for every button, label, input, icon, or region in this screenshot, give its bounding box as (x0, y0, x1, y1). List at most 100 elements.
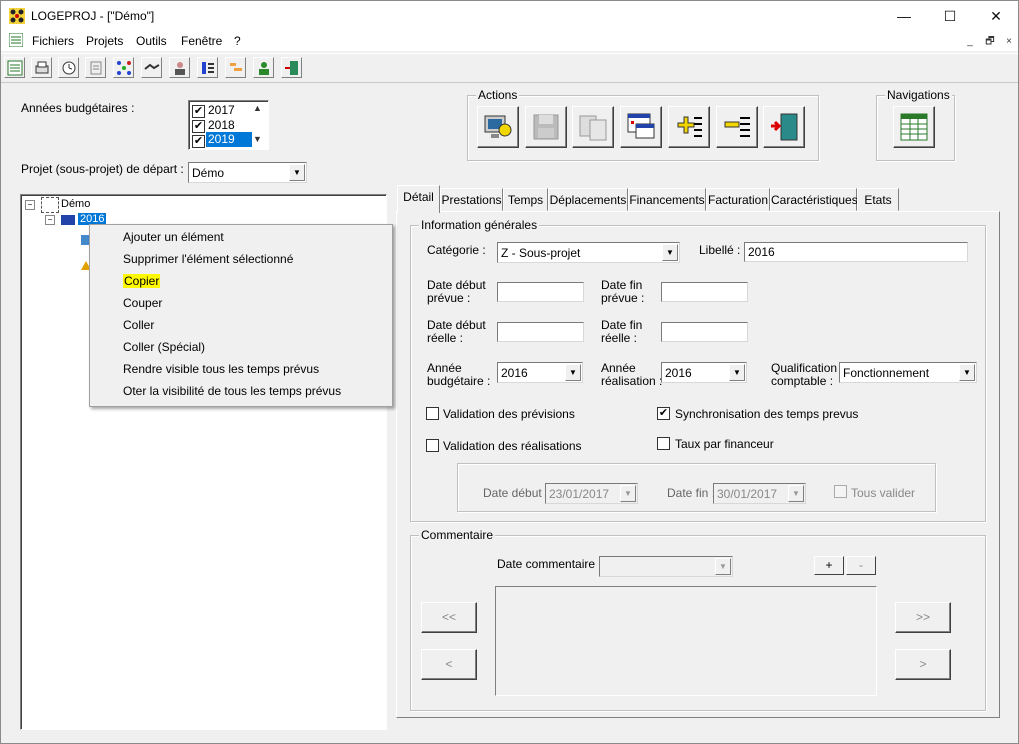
remove-line-button[interactable] (716, 106, 758, 148)
chevron-down-icon[interactable]: ▼ (565, 364, 581, 381)
scroll-up-icon[interactable]: ▲ (253, 103, 262, 113)
budget-years-list[interactable]: ✔ 2017 ✔ 2018 ✔ 2019 ▲ ▼ (188, 100, 269, 150)
exit-door-button[interactable] (763, 106, 805, 148)
scroll-down-icon[interactable]: ▼ (253, 134, 262, 144)
maximize-button[interactable]: ☐ (927, 1, 973, 31)
gantt-icon[interactable] (225, 57, 246, 78)
chevron-down-icon[interactable]: ▼ (959, 364, 975, 381)
mdi-restore-button[interactable]: 🗗 (982, 35, 998, 49)
document-icon[interactable] (85, 57, 106, 78)
copy-doc-button[interactable] (572, 106, 614, 148)
menu-paste-special[interactable]: Coller (Spécial) (123, 340, 205, 354)
date-end-planned-label-2: prévue : (601, 291, 645, 305)
comment-first-button[interactable]: << (421, 602, 477, 633)
handshake-icon[interactable] (141, 57, 162, 78)
libelle-field[interactable]: 2016 (744, 242, 968, 262)
realisation-year-select[interactable]: 2016 ▼ (661, 362, 747, 383)
validation-previsions-checkbox[interactable] (426, 407, 439, 420)
tab-detail[interactable]: Détail (397, 185, 440, 213)
tab-facturation[interactable]: Facturation (706, 188, 770, 211)
add-line-button[interactable] (668, 106, 710, 148)
tab-prestations[interactable]: Prestations (440, 188, 503, 211)
tree-root-label[interactable]: Démo (61, 198, 90, 210)
comment-last-button[interactable]: >> (895, 602, 951, 633)
menu-cut[interactable]: Couper (123, 296, 162, 310)
mdi-close-button[interactable]: × (1001, 35, 1017, 49)
remove-line-icon (724, 117, 750, 137)
remove-comment-button[interactable]: - (846, 556, 876, 575)
mdi-list-icon[interactable] (8, 32, 24, 50)
printer-icon[interactable] (31, 57, 52, 78)
comment-textarea[interactable] (495, 586, 877, 696)
tab-financements[interactable]: Financements (628, 188, 706, 211)
qualification-select[interactable]: Fonctionnement ▼ (839, 362, 977, 383)
chevron-down-icon[interactable]: ▼ (620, 485, 636, 502)
list-icon[interactable] (4, 57, 25, 78)
actions-title: Actions (476, 88, 520, 102)
comment-next-button[interactable]: > (895, 649, 951, 680)
budget-year-select[interactable]: 2016 ▼ (497, 362, 583, 383)
clock-icon[interactable] (58, 57, 79, 78)
category-label: Catégorie : (427, 243, 486, 257)
menu-fichiers[interactable]: Fichiers (32, 34, 74, 48)
network-icon[interactable] (113, 57, 134, 78)
start-project-select[interactable]: Démo ▼ (188, 162, 307, 183)
budget-year-label-1: Année (427, 361, 462, 375)
chevron-down-icon[interactable]: ▼ (715, 558, 731, 575)
mdi-minimize-button[interactable]: _ (962, 35, 978, 49)
navigation-table-button[interactable] (893, 106, 935, 148)
tree-collapse-icon[interactable]: − (45, 215, 55, 225)
menu-help[interactable]: ? (234, 34, 241, 48)
date-end-actual-field[interactable] (661, 322, 748, 342)
tous-valider-checkbox[interactable] (834, 485, 847, 498)
year-2019-label: 2019 (206, 132, 252, 147)
tab-caracteristiques[interactable]: Caractéristiques (770, 188, 858, 211)
date-start-planned-field[interactable] (497, 282, 584, 302)
minimize-button[interactable]: — (881, 1, 927, 31)
start-project-value: Démo (192, 166, 225, 180)
menu-copy[interactable]: Copier (123, 274, 161, 288)
main-window: LOGEPROJ - ["Démo"] — ☐ ✕ Fichiers Proje… (0, 0, 1019, 744)
chevron-down-icon[interactable]: ▼ (289, 164, 305, 181)
chevron-down-icon[interactable]: ▼ (662, 244, 678, 261)
hierarchy-icon[interactable] (197, 57, 218, 78)
budget-years-label: Années budgétaires : (21, 101, 135, 115)
close-button[interactable]: ✕ (973, 1, 1019, 31)
year-2019-checkbox[interactable]: ✔ (192, 135, 205, 148)
year-2018-checkbox[interactable]: ✔ (192, 120, 205, 133)
year-2017-label: 2017 (208, 103, 235, 117)
comment-prev-button[interactable]: < (421, 649, 477, 680)
exit-icon[interactable] (281, 57, 302, 78)
tab-temps[interactable]: Temps (503, 188, 548, 211)
taux-financeur-checkbox[interactable] (657, 437, 670, 450)
tab-etats[interactable]: Etats (857, 188, 899, 211)
monitor-settings-button[interactable] (477, 106, 519, 148)
chevron-down-icon[interactable]: ▼ (788, 485, 804, 502)
tab-deplacements[interactable]: Déplacements (548, 188, 628, 211)
user-icon[interactable] (169, 57, 190, 78)
year-2017-checkbox[interactable]: ✔ (192, 105, 205, 118)
validation-realisations-checkbox[interactable] (426, 439, 439, 452)
save-button[interactable] (525, 106, 567, 148)
people-icon[interactable] (253, 57, 274, 78)
menu-projets[interactable]: Projets (86, 34, 123, 48)
validation-date-end-select[interactable]: 30/01/2017 ▼ (713, 483, 806, 504)
menu-delete-selected[interactable]: Supprimer l'élément sélectionné (123, 252, 293, 266)
add-comment-button[interactable]: + (814, 556, 844, 575)
comment-date-select[interactable]: ▼ (599, 556, 733, 577)
category-select[interactable]: Z - Sous-projet ▼ (497, 242, 680, 263)
tree-collapse-icon[interactable]: − (25, 200, 35, 210)
chevron-down-icon[interactable]: ▼ (729, 364, 745, 381)
window-list-button[interactable] (620, 106, 662, 148)
menu-add-element[interactable]: Ajouter un élément (123, 230, 224, 244)
menu-show-planned-times[interactable]: Rendre visible tous les temps prévus (123, 362, 319, 376)
menu-outils[interactable]: Outils (136, 34, 167, 48)
date-end-planned-field[interactable] (661, 282, 748, 302)
menu-fenetre[interactable]: Fenêtre (181, 34, 222, 48)
menu-paste[interactable]: Coller (123, 318, 154, 332)
menu-hide-planned-times[interactable]: Oter la visibilité de tous les temps pré… (123, 384, 341, 398)
validation-date-start-select[interactable]: 23/01/2017 ▼ (545, 483, 638, 504)
date-start-actual-field[interactable] (497, 322, 584, 342)
synchronisation-checkbox[interactable]: ✔ (657, 407, 670, 420)
navigations-title: Navigations (885, 88, 952, 102)
